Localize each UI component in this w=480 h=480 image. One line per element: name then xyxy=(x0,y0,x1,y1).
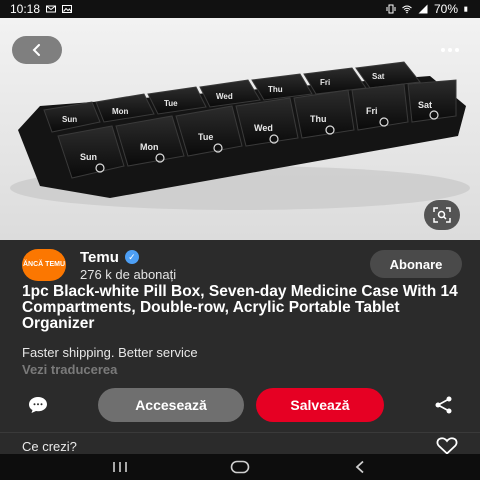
avatar-text: ĂNCĂ TEMU xyxy=(23,261,65,268)
visit-button[interactable]: Accesează xyxy=(98,388,244,422)
system-back-button[interactable] xyxy=(345,457,375,477)
channel-name[interactable]: Temu xyxy=(80,249,119,266)
pill-label-fri: Fri xyxy=(366,106,378,116)
pill-label-sat: Sat xyxy=(418,100,432,110)
pill-label-mon: Mon xyxy=(140,142,159,152)
home-button[interactable] xyxy=(225,457,255,477)
back-arrow-icon xyxy=(355,460,364,474)
pin-title: 1pc Black-white Pill Box, Seven-day Medi… xyxy=(22,283,458,332)
vibrate-icon xyxy=(386,4,396,14)
system-nav-bar xyxy=(0,454,480,480)
pill-label-back-tue: Tue xyxy=(164,99,178,108)
comment-icon[interactable] xyxy=(28,396,48,414)
pill-label-sun: Sun xyxy=(80,152,97,162)
image-icon xyxy=(62,5,73,13)
signal-icon xyxy=(418,4,428,14)
chevron-left-icon xyxy=(32,44,40,56)
back-button[interactable] xyxy=(12,36,62,64)
lens-search-icon xyxy=(433,207,451,223)
visual-search-button[interactable] xyxy=(424,200,460,230)
home-icon xyxy=(230,460,250,474)
pin-details: ĂNCĂ TEMU Temu ✓ 276 k de abonați Abonar… xyxy=(0,240,480,455)
save-button[interactable]: Salvează xyxy=(256,388,384,422)
pill-label-thu: Thu xyxy=(310,114,327,124)
pill-label-back-mon: Mon xyxy=(112,107,129,116)
share-icon[interactable] xyxy=(434,396,454,414)
channel-name-row: Temu ✓ xyxy=(80,249,176,266)
pill-label-back-thu: Thu xyxy=(268,85,283,94)
pill-label-back-wed: Wed xyxy=(216,92,233,101)
mail-icon xyxy=(46,5,57,13)
pill-label-back-fri: Fri xyxy=(320,78,330,87)
wifi-icon xyxy=(402,5,412,14)
battery-percent: 70% xyxy=(433,2,458,16)
channel-info[interactable]: Temu ✓ 276 k de abonați xyxy=(80,249,176,282)
pill-label-back-sun: Sun xyxy=(62,115,77,124)
pill-label-wed: Wed xyxy=(254,123,273,133)
recent-apps-button[interactable] xyxy=(105,457,135,477)
status-left: 10:18 xyxy=(10,2,73,16)
translate-link[interactable]: Vezi traducerea xyxy=(22,362,117,377)
pill-label-back-sat: Sat xyxy=(372,72,385,81)
verified-check-icon: ✓ xyxy=(124,250,139,264)
pin-description: Faster shipping. Better service xyxy=(22,345,198,360)
recent-apps-icon xyxy=(113,462,127,472)
more-dots-icon xyxy=(441,48,445,52)
status-time: 10:18 xyxy=(10,2,41,16)
pill-box-photo: Sun Mon Tue Wed Thu Fri Sat Sun Mon Tue … xyxy=(0,18,480,240)
battery-icon xyxy=(464,6,468,12)
more-options-button[interactable] xyxy=(434,38,466,62)
pill-label-tue: Tue xyxy=(198,132,213,142)
comment-bar[interactable]: Ce crezi? xyxy=(0,432,480,455)
channel-row: ĂNCĂ TEMU Temu ✓ 276 k de abonați Abonar… xyxy=(22,248,462,282)
status-bar: 10:18 70% xyxy=(0,0,480,18)
heart-icon[interactable] xyxy=(436,437,458,455)
status-right: 70% xyxy=(386,2,470,16)
comment-prompt[interactable]: Ce crezi? xyxy=(22,439,77,454)
subscribe-button[interactable]: Abonare xyxy=(370,250,462,278)
hero-image[interactable]: Sun Mon Tue Wed Thu Fri Sat Sun Mon Tue … xyxy=(0,18,480,240)
action-row: Accesează Salvează xyxy=(0,386,480,424)
avatar[interactable]: ĂNCĂ TEMU xyxy=(22,249,66,281)
subscriber-count: 276 k de abonați xyxy=(80,266,177,282)
